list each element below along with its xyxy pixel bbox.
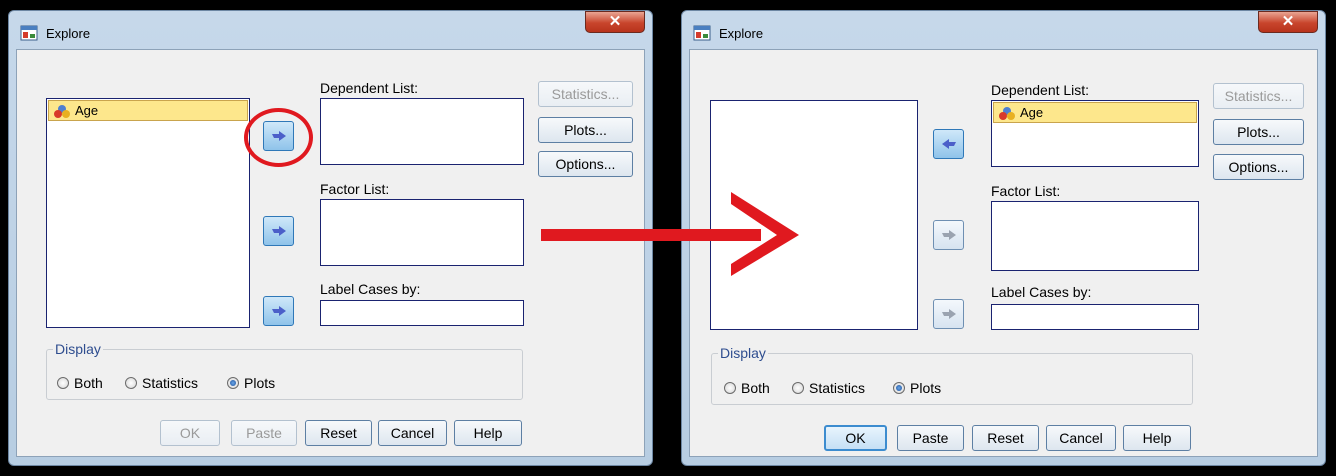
radio-both[interactable]: Both [57, 375, 103, 391]
plots-button[interactable]: Plots... [538, 117, 633, 143]
radio-label: Plots [244, 375, 276, 391]
explore-app-icon [693, 25, 711, 41]
radio-label: Both [741, 380, 770, 396]
display-legend: Display [718, 345, 768, 361]
factor-list[interactable] [991, 201, 1199, 271]
paste-button[interactable]: Paste [231, 420, 297, 446]
dependent-list[interactable]: Age [991, 100, 1199, 167]
right-arrow-icon [271, 306, 286, 316]
move-to-label-cases-button[interactable] [933, 299, 964, 329]
left-arrow-icon [941, 139, 956, 149]
display-legend: Display [53, 341, 103, 357]
radio-statistics[interactable]: Statistics [125, 375, 198, 391]
label-cases-label: Label Cases by: [991, 284, 1092, 300]
highlight-circle [244, 108, 313, 167]
close-icon[interactable]: ✕ [585, 11, 645, 33]
reset-button[interactable]: Reset [305, 420, 372, 446]
source-variable-list[interactable]: Age [46, 98, 250, 328]
radio-label: Plots [910, 380, 942, 396]
plots-button[interactable]: Plots... [1213, 119, 1304, 145]
display-group: Display Both Statistics Plots [46, 341, 523, 400]
radio-both[interactable]: Both [724, 380, 770, 396]
right-arrow-icon [941, 230, 956, 240]
ok-button[interactable]: OK [824, 425, 887, 451]
big-right-arrow-icon [541, 192, 799, 276]
radio-plots[interactable]: Plots [227, 375, 275, 391]
dependent-list[interactable] [320, 98, 524, 165]
radio-label: Statistics [142, 375, 199, 391]
scale-variable-icon [999, 106, 1015, 120]
move-to-factor-button[interactable] [933, 220, 964, 250]
dependent-list-label: Dependent List: [991, 82, 1090, 98]
radio-button-selected[interactable] [893, 382, 905, 394]
explore-app-icon [20, 25, 38, 41]
statistics-button[interactable]: Statistics... [1213, 83, 1304, 109]
dialog-title: Explore [719, 26, 764, 41]
help-button[interactable]: Help [454, 420, 522, 446]
options-button[interactable]: Options... [1213, 154, 1304, 180]
radio-label: Statistics [809, 380, 866, 396]
paste-button[interactable]: Paste [897, 425, 964, 451]
radio-button[interactable] [724, 382, 736, 394]
options-button[interactable]: Options... [538, 151, 633, 177]
label-cases-field[interactable] [320, 300, 524, 326]
ok-button[interactable]: OK [160, 420, 220, 446]
statistics-button[interactable]: Statistics... [538, 81, 633, 107]
right-arrow-icon [941, 309, 956, 319]
variable-label: Age [1020, 105, 1044, 120]
title-bar[interactable]: Explore ✕ [682, 11, 1325, 49]
display-group: Display Both Statistics Plots [711, 345, 1193, 405]
factor-list-label: Factor List: [320, 181, 390, 197]
radio-button-selected[interactable] [227, 377, 239, 389]
list-item[interactable]: Age [48, 100, 248, 121]
radio-plots[interactable]: Plots [893, 380, 941, 396]
help-button[interactable]: Help [1123, 425, 1191, 451]
list-item[interactable]: Age [993, 102, 1197, 123]
factor-list[interactable] [320, 199, 524, 266]
dialog-title: Explore [46, 26, 91, 41]
radio-button[interactable] [125, 377, 137, 389]
move-to-label-cases-button[interactable] [263, 296, 294, 326]
factor-list-label: Factor List: [991, 183, 1061, 199]
reset-button[interactable]: Reset [972, 425, 1039, 451]
right-arrow-icon [271, 226, 286, 236]
label-cases-field[interactable] [991, 304, 1199, 330]
label-cases-label: Label Cases by: [320, 281, 421, 297]
title-bar[interactable]: Explore ✕ [9, 11, 652, 49]
move-to-factor-button[interactable] [263, 216, 294, 246]
cancel-button[interactable]: Cancel [1046, 425, 1116, 451]
radio-button[interactable] [792, 382, 804, 394]
radio-statistics[interactable]: Statistics [792, 380, 865, 396]
radio-button[interactable] [57, 377, 69, 389]
radio-label: Both [74, 375, 103, 391]
close-icon[interactable]: ✕ [1258, 11, 1318, 33]
scale-variable-icon [54, 104, 70, 118]
move-back-button[interactable] [933, 129, 964, 159]
variable-label: Age [75, 103, 99, 118]
dependent-list-label: Dependent List: [320, 80, 419, 96]
cancel-button[interactable]: Cancel [378, 420, 447, 446]
